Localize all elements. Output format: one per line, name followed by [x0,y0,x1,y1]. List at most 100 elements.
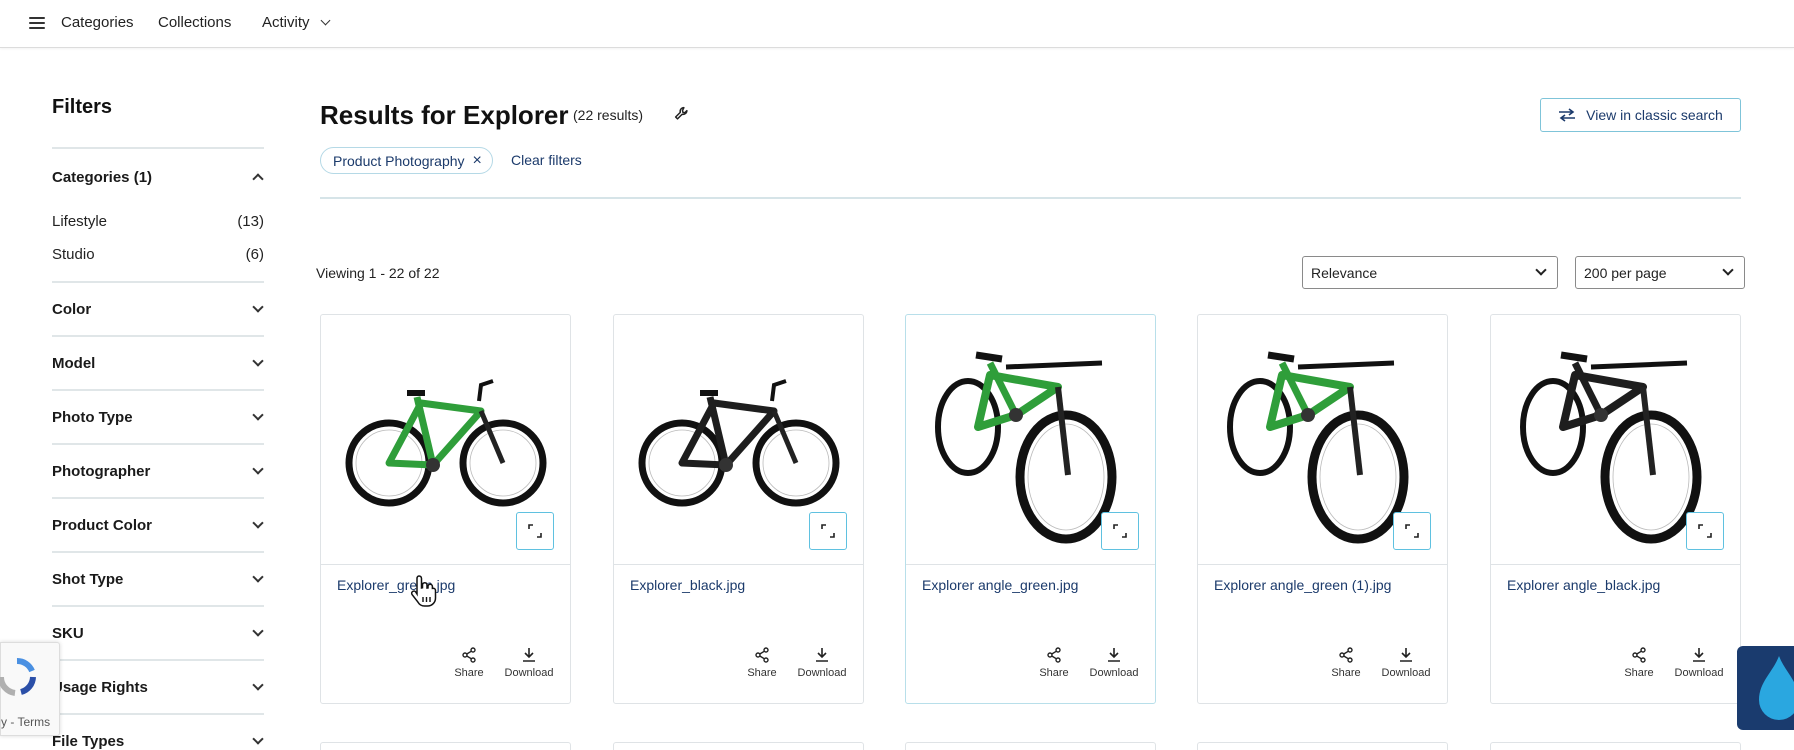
chevron-down-icon [252,462,264,475]
chevron-down-icon [252,300,264,313]
file-name-link[interactable]: Explorer angle_green.jpg [922,577,1078,593]
per-page-select[interactable]: 200 per page [1575,256,1745,289]
facet-shot-type: Shot Type [52,551,264,605]
facet-option-lifestyle[interactable]: Lifestyle (13) [52,205,264,238]
download-button[interactable]: Download [1381,647,1431,679]
drop-logo-icon [1759,656,1794,720]
chevron-down-icon [1722,264,1734,276]
facet-photographer-toggle[interactable]: Photographer [52,445,264,497]
recaptcha-logo-icon [0,657,36,696]
expand-button[interactable] [1393,512,1431,550]
facet-color-toggle[interactable]: Color [52,283,264,335]
expand-button[interactable] [1101,512,1139,550]
sort-select[interactable]: Relevance [1302,256,1558,289]
file-name-link[interactable]: Explorer angle_black.jpg [1507,577,1660,593]
expand-button[interactable] [516,512,554,550]
view-classic-search-label: View in classic search [1586,107,1723,123]
categories-menu[interactable]: Categories [29,14,134,31]
view-classic-search-button[interactable]: View in classic search [1540,98,1741,132]
download-icon [816,648,828,662]
file-name-link[interactable]: Explorer_green.jpg [337,577,455,593]
categories-menu-label: Categories [61,14,134,31]
expand-icon [528,524,542,538]
share-button[interactable]: Share [444,647,494,679]
share-icon [755,647,769,663]
chevron-down-icon [1535,264,1547,276]
activity-menu[interactable]: Activity [262,14,330,31]
result-card[interactable] [1197,742,1448,750]
download-button[interactable]: Download [797,647,847,679]
download-icon [1108,648,1120,662]
recaptcha-terms[interactable]: y - Terms [1,715,50,729]
facet-photo-type-toggle[interactable]: Photo Type [52,391,264,443]
recaptcha-badge[interactable]: y - Terms [0,642,60,736]
facet-label: File Types [52,732,125,750]
result-card[interactable] [613,742,864,750]
close-icon[interactable]: × [473,152,482,170]
hamburger-icon [29,16,45,29]
activity-label: Activity [262,14,310,31]
expand-icon [821,524,835,538]
result-card[interactable] [905,742,1156,750]
facet-product-color-toggle[interactable]: Product Color [52,499,264,551]
facet-categories: Categories (1) Lifestyle (13) Studio (6) [52,147,264,281]
result-card[interactable]: Explorer_black.jpg Share Download [613,314,864,704]
result-card[interactable]: Explorer angle_green.jpg Share Download [905,314,1156,704]
facet-usage-rights-toggle[interactable]: Usage Rights [52,661,264,713]
share-label: Share [747,667,777,679]
chevron-down-icon [252,516,264,529]
wrench-icon[interactable] [673,105,691,123]
expand-icon [1405,524,1419,538]
download-button[interactable]: Download [1089,647,1139,679]
facet-option-label: Lifestyle [52,213,108,230]
chevron-down-icon [252,570,264,583]
download-label: Download [504,667,554,679]
facet-label: SKU [52,624,84,642]
facet-model-toggle[interactable]: Model [52,337,264,389]
active-filter-chip: Product Photography × [320,147,493,174]
share-label: Share [1039,667,1069,679]
download-label: Download [797,667,847,679]
facet-sku-toggle[interactable]: SKU [52,607,264,659]
expand-button[interactable] [809,512,847,550]
facet-model: Model [52,335,264,389]
facet-option-count: (13) [237,213,264,230]
file-name-link[interactable]: Explorer_black.jpg [630,577,745,593]
result-card[interactable]: Explorer angle_green (1).jpg Share Downloa… [1197,314,1448,704]
file-name-link[interactable]: Explorer angle_green (1).jpg [1214,577,1391,593]
facet-label: Photographer [52,462,151,480]
download-button[interactable]: Download [1674,647,1724,679]
clear-filters-link[interactable]: Clear filters [511,152,582,168]
share-button[interactable]: Share [737,647,787,679]
result-card[interactable] [1490,742,1741,750]
results-title: Results for Explorer [320,100,569,130]
expand-icon [1113,524,1127,538]
download-label: Download [1674,667,1724,679]
share-label: Share [1331,667,1361,679]
facet-usage-rights: Usage Rights [52,659,264,713]
facet-product-color: Product Color [52,497,264,551]
share-button[interactable]: Share [1029,647,1079,679]
facet-label: Model [52,354,96,372]
facet-file-types-toggle[interactable]: File Types [52,715,264,750]
chevron-down-icon [252,678,264,691]
share-label: Share [1624,667,1654,679]
share-icon [1047,647,1061,663]
facet-shot-type-toggle[interactable]: Shot Type [52,553,264,605]
facet-label: Shot Type [52,570,124,588]
download-button[interactable]: Download [504,647,554,679]
facet-sku: SKU [52,605,264,659]
expand-button[interactable] [1686,512,1724,550]
facet-option-count: (6) [245,246,264,263]
facet-categories-toggle[interactable]: Categories (1) [52,149,264,205]
collections-link[interactable]: Collections [158,14,231,31]
chat-widget-badge[interactable] [1737,646,1794,730]
active-filter-label: Product Photography [333,152,465,169]
facet-option-studio[interactable]: Studio (6) [52,238,264,271]
share-button[interactable]: Share [1614,647,1664,679]
result-card[interactable]: Explorer angle_black.jpg Share Download [1490,314,1741,704]
result-card[interactable]: Explorer_green.jpg Share Download [320,314,571,704]
filters-sidebar: Filters Categories (1) Lifestyle (13) St… [52,96,264,750]
result-card[interactable] [320,742,571,750]
share-button[interactable]: Share [1321,647,1371,679]
